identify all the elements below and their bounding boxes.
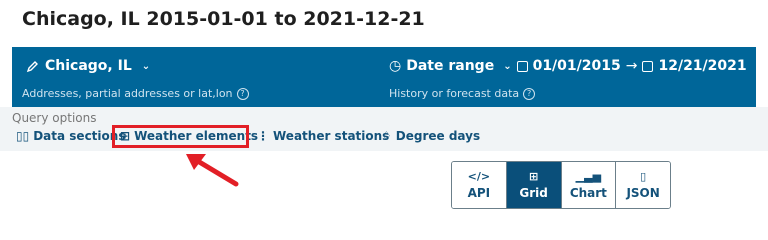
location-hint: Addresses, partial addresses or lat,lon …: [22, 87, 249, 100]
code-icon: </>: [467, 169, 491, 183]
date-range-hint: History or forecast data ?: [389, 87, 536, 100]
pencil-icon: [26, 60, 39, 73]
weather-stations-label: Weather stations: [273, 129, 390, 143]
bell-icon: ♢: [381, 129, 392, 143]
bar-chart-icon: ▁▃▅: [575, 169, 602, 183]
view-grid-button[interactable]: ⊞ Grid: [506, 162, 562, 208]
view-switcher: </> API ⊞ Grid ▁▃▅ Chart ▯ JSON: [451, 161, 671, 209]
view-api-label: API: [467, 185, 491, 200]
date-range-hint-text: History or forecast data: [389, 87, 520, 100]
layout-icon: ▯▯: [16, 129, 30, 143]
calendar-icon: [642, 60, 654, 72]
calendar-icon: [516, 60, 528, 72]
arrow-right-icon: →: [625, 58, 638, 74]
degree-days-label: Degree days: [395, 129, 481, 143]
date-range-label: Date range: [406, 58, 495, 74]
grid-icon: ⊞: [529, 169, 539, 183]
dots-vertical-icon: ⋮: [257, 129, 269, 143]
location-hint-text: Addresses, partial addresses or lat,lon: [22, 87, 233, 100]
data-sections-button[interactable]: ▯▯ Data sections: [16, 129, 125, 143]
help-icon[interactable]: ?: [236, 87, 249, 100]
highlight-box: [112, 125, 249, 148]
view-api-button[interactable]: </> API: [452, 162, 507, 208]
date-range-control[interactable]: ◷ Date range ⌄ 01/01/2015 → 12/21/2021: [389, 58, 747, 74]
end-date[interactable]: 12/21/2021: [658, 58, 746, 74]
red-arrow-icon: [186, 154, 239, 187]
clock-icon: ◷: [389, 58, 402, 74]
location-input[interactable]: Chicago, IL ⌄: [26, 58, 150, 74]
document-icon: ▯: [640, 169, 647, 183]
view-chart-button[interactable]: ▁▃▅ Chart: [561, 162, 617, 208]
chevron-down-icon[interactable]: ⌄: [142, 61, 150, 72]
view-grid-label: Grid: [519, 185, 548, 200]
view-chart-label: Chart: [569, 185, 607, 200]
start-date[interactable]: 01/01/2015: [533, 58, 621, 74]
query-options-label: Query options: [12, 111, 97, 125]
view-json-label: JSON: [626, 185, 660, 200]
query-bar: Chicago, IL ⌄ Addresses, partial address…: [12, 47, 756, 107]
view-json-button[interactable]: ▯ JSON: [616, 162, 670, 208]
chevron-down-icon[interactable]: ⌄: [503, 61, 511, 72]
degree-days-button[interactable]: ♢ Degree days: [381, 129, 480, 143]
help-icon[interactable]: ?: [523, 87, 536, 100]
location-value: Chicago, IL: [45, 58, 132, 74]
page-title: Chicago, IL 2015-01-01 to 2021-12-21: [22, 8, 425, 30]
weather-stations-button[interactable]: ⋮ Weather stations: [257, 129, 389, 143]
